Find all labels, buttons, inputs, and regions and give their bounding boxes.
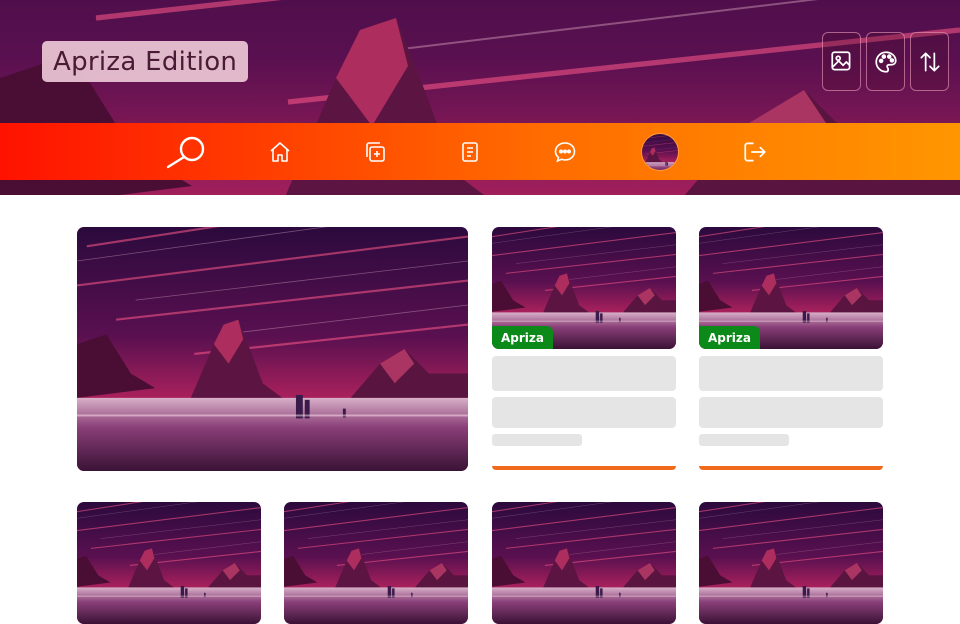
post-card[interactable]: Apriza [699, 227, 883, 349]
header-toolbar [822, 32, 949, 91]
post-thumbnail [492, 502, 676, 624]
nav-search[interactable] [160, 123, 210, 180]
post-card[interactable] [699, 502, 883, 624]
nav-profile[interactable] [640, 123, 680, 180]
post-card[interactable] [77, 502, 261, 624]
palette-icon [874, 50, 897, 73]
main-navbar [0, 123, 960, 180]
post-card[interactable] [284, 502, 468, 624]
sort-arrows-icon [919, 51, 940, 72]
image-button[interactable] [822, 32, 861, 91]
post-card[interactable]: Apriza [492, 227, 676, 349]
post-thumbnail [284, 502, 468, 624]
chat-bubble-icon [554, 141, 576, 162]
home-icon [270, 141, 290, 162]
brand-badge[interactable]: Apriza Edition [42, 41, 249, 82]
post-thumbnail [699, 502, 883, 624]
card-accent-bar [492, 466, 676, 470]
featured-card[interactable] [77, 227, 468, 471]
nav-messages[interactable] [546, 123, 584, 180]
image-icon [830, 50, 850, 70]
category-tag-label: Apriza [708, 330, 751, 345]
featured-image [77, 227, 468, 471]
nav-create[interactable] [356, 123, 394, 180]
nav-logout[interactable] [736, 123, 774, 180]
loading-meta-placeholder [699, 434, 789, 446]
sort-button[interactable] [910, 32, 949, 91]
add-copy-icon [366, 141, 385, 162]
loading-text-placeholder [492, 397, 676, 428]
loading-title-placeholder [699, 356, 883, 391]
loading-title-placeholder [492, 356, 676, 391]
logout-icon [744, 141, 766, 162]
category-tag-label: Apriza [501, 330, 544, 345]
header-banner: Apriza Edition [0, 0, 960, 195]
theme-palette-button[interactable] [866, 32, 905, 91]
nav-documents[interactable] [451, 123, 489, 180]
card-accent-bar [699, 466, 883, 470]
avatar [641, 132, 679, 171]
category-tag[interactable]: Apriza [492, 326, 553, 349]
post-card[interactable] [492, 502, 676, 624]
loading-meta-placeholder [492, 434, 582, 446]
document-icon [462, 141, 478, 162]
category-tag[interactable]: Apriza [699, 326, 760, 349]
post-thumbnail [77, 502, 261, 624]
loading-text-placeholder [699, 397, 883, 428]
brand-label: Apriza Edition [53, 46, 238, 77]
search-icon [166, 136, 205, 168]
nav-home[interactable] [261, 123, 299, 180]
